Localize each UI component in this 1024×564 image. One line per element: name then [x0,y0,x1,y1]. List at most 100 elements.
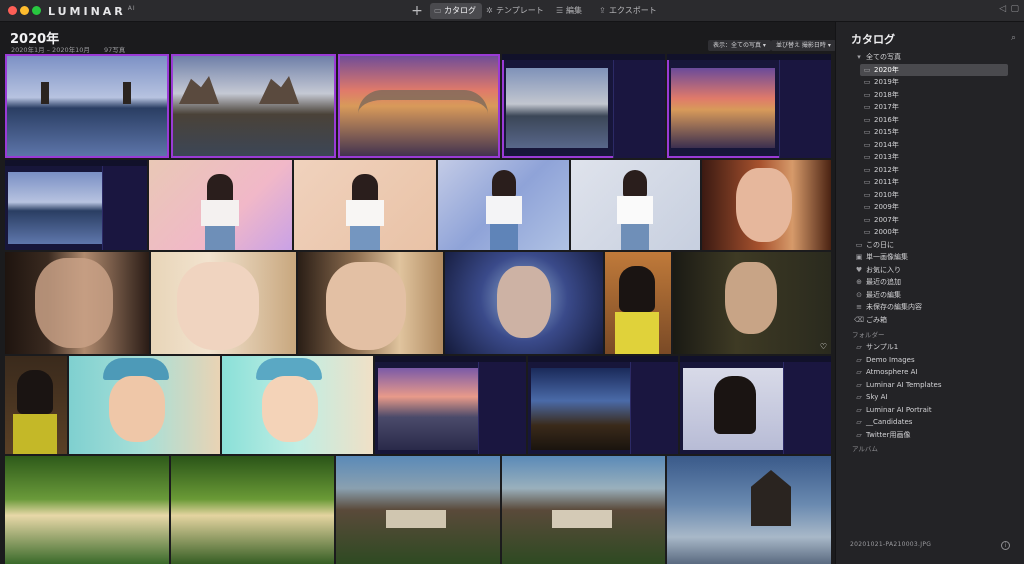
photo-thumbnail[interactable] [338,54,500,158]
photo-thumbnail[interactable] [69,356,220,454]
sidebar-item-year[interactable]: ▭ 2009年 [860,201,1008,213]
sidebar-item-single-edit[interactable]: ▣ 単一画像編集 [852,251,1008,263]
sidebar-item-year[interactable]: ▭ 2012年 [860,164,1008,176]
heart-icon: ♥ [855,266,863,274]
calendar-icon: ▭ [855,241,863,249]
info-icon[interactable]: i [1001,541,1010,550]
calendar-icon: ▭ [863,191,871,199]
panel-toggle-icon[interactable]: ▢ [1010,4,1019,14]
photo-thumbnail[interactable] [294,160,436,250]
photo-thumbnail[interactable] [445,252,603,354]
calendar-icon: ▭ [863,228,871,236]
sidebar-item-year[interactable]: ▭ 2007年 [860,214,1008,226]
sidebar-item-folder[interactable]: ▱ サンプル1 [852,341,1008,353]
page-meta: 2020年1月 – 2020年10月 97写真 [11,44,125,54]
photo-grid: 2020年 2020年1月 – 2020年10月 97写真 表示：全ての写真 ▾… [0,0,836,564]
sidebar-item-unsaved[interactable]: ≡ 未保存の編集内容 [852,301,1008,313]
photo-thumbnail[interactable]: ♡ [673,252,831,354]
search-icon[interactable]: ⌕ [1011,33,1016,43]
photo-thumbnail[interactable] [336,456,500,564]
sidebar-item-year[interactable]: ▭ 2014年 [860,139,1008,151]
selected-filename: 20201021-PA210003.JPG [850,541,932,548]
chevron-down-icon: ▾ [857,53,861,61]
photo-thumbnail[interactable] [5,456,169,564]
photo-thumbnail[interactable] [502,456,665,564]
folder-icon: ▱ [856,368,862,376]
sidebar-item-year[interactable]: ▭ 2013年 [860,151,1008,163]
show-filter-dropdown[interactable]: 表示：全ての写真 ▾ [708,40,771,51]
sidebar-item-folder[interactable]: ▱ Luminar AI Templates [852,379,1008,391]
sidebar-item-year[interactable]: ▭ 2015年 [860,126,1008,138]
panel-title: カタログ [851,33,895,46]
sidebar-item-year[interactable]: ▭ 2010年 [860,189,1008,201]
trash-icon: ⌫ [854,316,864,324]
calendar-icon: ▭ [863,78,871,86]
photo-thumbnail[interactable] [149,160,292,250]
photo-thumbnail[interactable] [680,356,831,454]
sidebar-item-folder[interactable]: ▱ Luminar AI Portrait [852,404,1008,416]
calendar-icon: ▭ [863,103,871,111]
sidebar-item-favorites[interactable]: ♥ お気に入り [852,264,1008,276]
calendar-icon: ▭ [863,166,871,174]
calendar-icon: ▭ [863,66,871,74]
sidebar-item-recently-edited[interactable]: ⊙ 最近の編集 [852,289,1008,301]
unsaved-icon: ≡ [856,303,862,311]
sidebar-item-folder[interactable]: ▱ Atmosphere AI [852,366,1008,378]
sidebar-item-folder[interactable]: ▱ __Candidates [852,416,1008,428]
folder-icon: ▱ [856,393,862,401]
folder-icon: ▱ [856,418,862,426]
folder-icon: ▱ [856,356,862,364]
photo-thumbnail[interactable] [605,252,671,354]
photo-thumbnail[interactable] [571,160,700,250]
photo-thumbnail[interactable] [5,160,147,250]
folder-icon: ▱ [856,406,862,414]
folder-icon: ▱ [856,381,862,389]
share-icon[interactable]: ◁ [999,4,1006,14]
photo-thumbnail[interactable] [171,54,336,158]
sidebar-item-trash[interactable]: ⌫ ごみ箱 [852,314,1008,326]
sidebar-item-on-this-day[interactable]: ▭ この日に [852,239,1008,251]
calendar-icon: ▭ [863,203,871,211]
photo-thumbnail[interactable] [667,456,831,564]
sidebar-item-year[interactable]: ▭ 2016年 [860,114,1008,126]
sidebar-item-folder[interactable]: ▱ Twitter用画像 [852,429,1008,441]
calendar-icon: ▭ [863,91,871,99]
sidebar-item-year[interactable]: ▭ 2011年 [860,176,1008,188]
sidebar-item-year[interactable]: ▭ 2019年 [860,76,1008,88]
photo-thumbnail[interactable] [5,54,169,158]
photo-thumbnail[interactable] [702,160,831,250]
photo-count: 97写真 [103,46,126,54]
sidebar-item-year[interactable]: ▭ 2000年 [860,226,1008,238]
sidebar-item-all-photos[interactable]: ▾ 全ての写真 [852,51,1008,63]
sidebar-item-year[interactable]: ▭ 2020年 [860,64,1008,76]
photo-thumbnail[interactable] [667,54,831,158]
photo-thumbnail[interactable] [5,252,149,354]
folders-section-label: フォルダー [852,331,885,339]
date-range: 2020年1月 – 2020年10月 [11,46,90,54]
photo-thumbnail[interactable] [222,356,373,454]
sort-dropdown[interactable]: 並び替え 撮影日時 ▾ [771,40,836,51]
photo-thumbnail[interactable] [528,356,678,454]
photo-thumbnail[interactable] [298,252,443,354]
calendar-icon: ▭ [863,141,871,149]
favorite-icon[interactable]: ♡ [820,342,827,351]
calendar-icon: ▭ [863,178,871,186]
catalog-panel: カタログ ⌕ ▾ 全ての写真 ▭ 2020年 ▭ 2019年 ▭ 2018年 ▭ 2017… [835,22,1024,564]
photo-thumbnail[interactable] [375,356,526,454]
photo-thumbnail[interactable] [5,356,67,454]
photo-thumbnail[interactable] [502,54,665,158]
photo-thumbnail[interactable] [151,252,296,354]
sidebar-item-year[interactable]: ▭ 2018年 [860,89,1008,101]
photo-thumbnail[interactable] [438,160,569,250]
photo-thumbnail[interactable] [171,456,334,564]
calendar-icon: ▭ [863,216,871,224]
sidebar-item-year[interactable]: ▭ 2017年 [860,101,1008,113]
folder-icon: ▱ [856,343,862,351]
calendar-icon: ▭ [863,116,871,124]
calendar-icon: ▭ [863,128,871,136]
sidebar-item-recently-added[interactable]: ⊕ 最近の追加 [852,276,1008,288]
recent-edit-icon: ⊙ [856,291,862,299]
sidebar-item-folder[interactable]: ▱ Sky AI [852,391,1008,403]
sidebar-item-folder[interactable]: ▱ Demo Images [852,354,1008,366]
albums-section-label: アルバム [852,445,878,453]
